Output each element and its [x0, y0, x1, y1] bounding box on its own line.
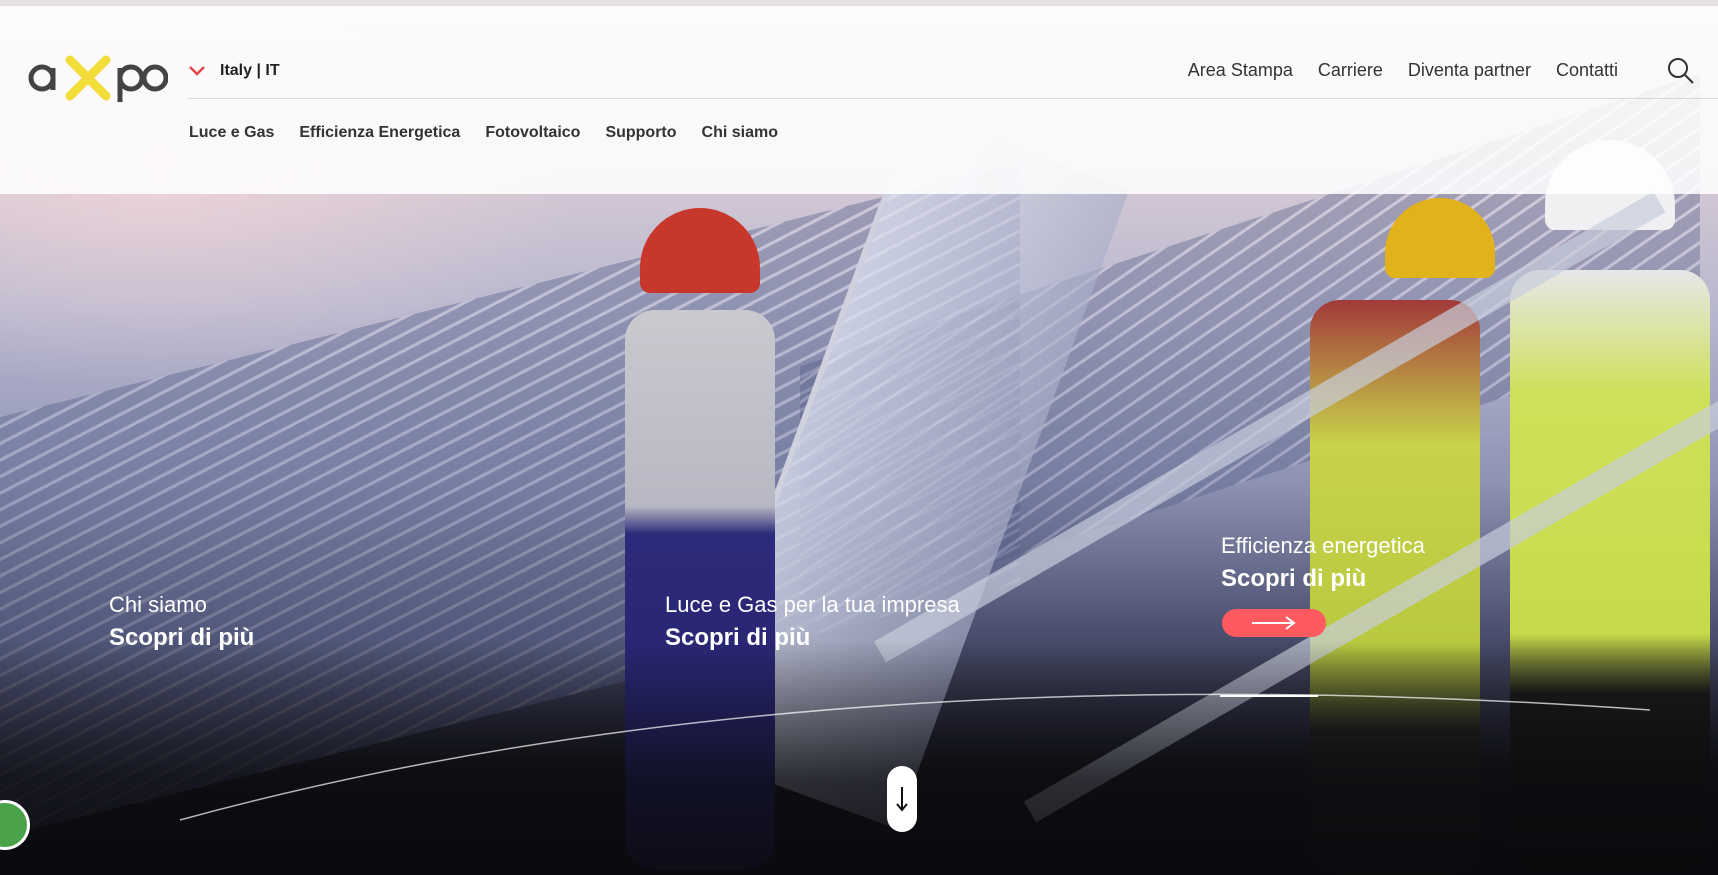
teaser-chi-siamo[interactable]: Chi siamo Scopri di più — [109, 592, 254, 652]
teaser-link[interactable]: Scopri di più — [665, 624, 960, 652]
nav-supporto[interactable]: Supporto — [605, 124, 676, 142]
axpo-logo[interactable] — [28, 48, 168, 104]
teaser-link[interactable]: Scopri di più — [109, 624, 254, 652]
link-diventa-partner[interactable]: Diventa partner — [1408, 60, 1531, 81]
arrow-down-icon — [896, 787, 908, 812]
nav-luce-e-gas[interactable]: Luce e Gas — [189, 124, 274, 142]
teaser-title: Luce e Gas per la tua impresa — [665, 592, 960, 617]
header-divider — [188, 98, 1718, 99]
teaser-luce-gas[interactable]: Luce e Gas per la tua impresa Scopri di … — [665, 592, 960, 652]
country-label: Italy | IT — [220, 62, 280, 79]
decorative-curve — [179, 693, 1651, 821]
link-area-stampa[interactable]: Area Stampa — [1188, 60, 1293, 81]
red-helmet — [640, 208, 760, 293]
scroll-down-button[interactable] — [887, 766, 917, 832]
nav-chi-siamo[interactable]: Chi siamo — [702, 124, 778, 142]
nav-efficienza-energetica[interactable]: Efficienza Energetica — [299, 124, 460, 142]
teaser-link[interactable]: Scopri di più — [1221, 565, 1425, 593]
utility-nav: Area Stampa Carriere Diventa partner Con… — [1188, 60, 1618, 81]
nav-fotovoltaico[interactable]: Fotovoltaico — [485, 124, 580, 142]
teaser-title: Efficienza energetica — [1221, 533, 1425, 558]
link-contatti[interactable]: Contatti — [1556, 60, 1618, 81]
link-carriere[interactable]: Carriere — [1318, 60, 1383, 81]
slide-progress-indicator — [1220, 695, 1318, 697]
teaser-arrow-button[interactable] — [1222, 609, 1326, 637]
arrow-right-icon — [1252, 616, 1296, 630]
main-nav: Luce e Gas Efficienza Energetica Fotovol… — [189, 124, 778, 142]
country-selector[interactable]: Italy | IT — [188, 62, 280, 80]
search-icon[interactable] — [1666, 56, 1696, 86]
site-header: Italy | IT Area Stampa Carriere Diventa … — [0, 6, 1718, 194]
teaser-efficienza[interactable]: Efficienza energetica Scopri di più — [1221, 533, 1425, 593]
axpo-logo-mark — [28, 55, 168, 102]
teaser-title: Chi siamo — [109, 592, 207, 617]
chevron-down-icon — [189, 66, 205, 76]
